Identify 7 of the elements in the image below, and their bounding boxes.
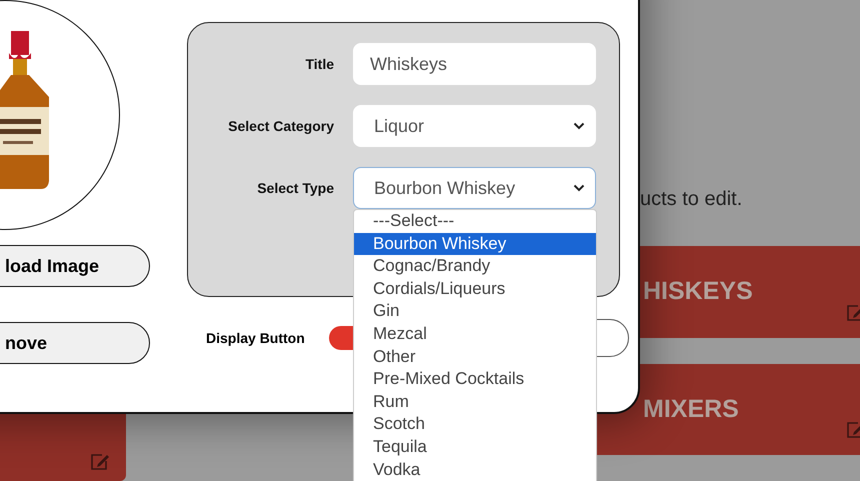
- toggle-label: Display Button: [206, 330, 306, 346]
- card-title: HISKEYS: [643, 277, 753, 306]
- field-label: Select Category: [227, 118, 334, 134]
- card-title: MIXERS: [643, 394, 739, 424]
- hint-text: ucts to edit.: [640, 188, 744, 212]
- field-label: Select Type: [256, 180, 334, 196]
- field-label: Title: [304, 56, 334, 72]
